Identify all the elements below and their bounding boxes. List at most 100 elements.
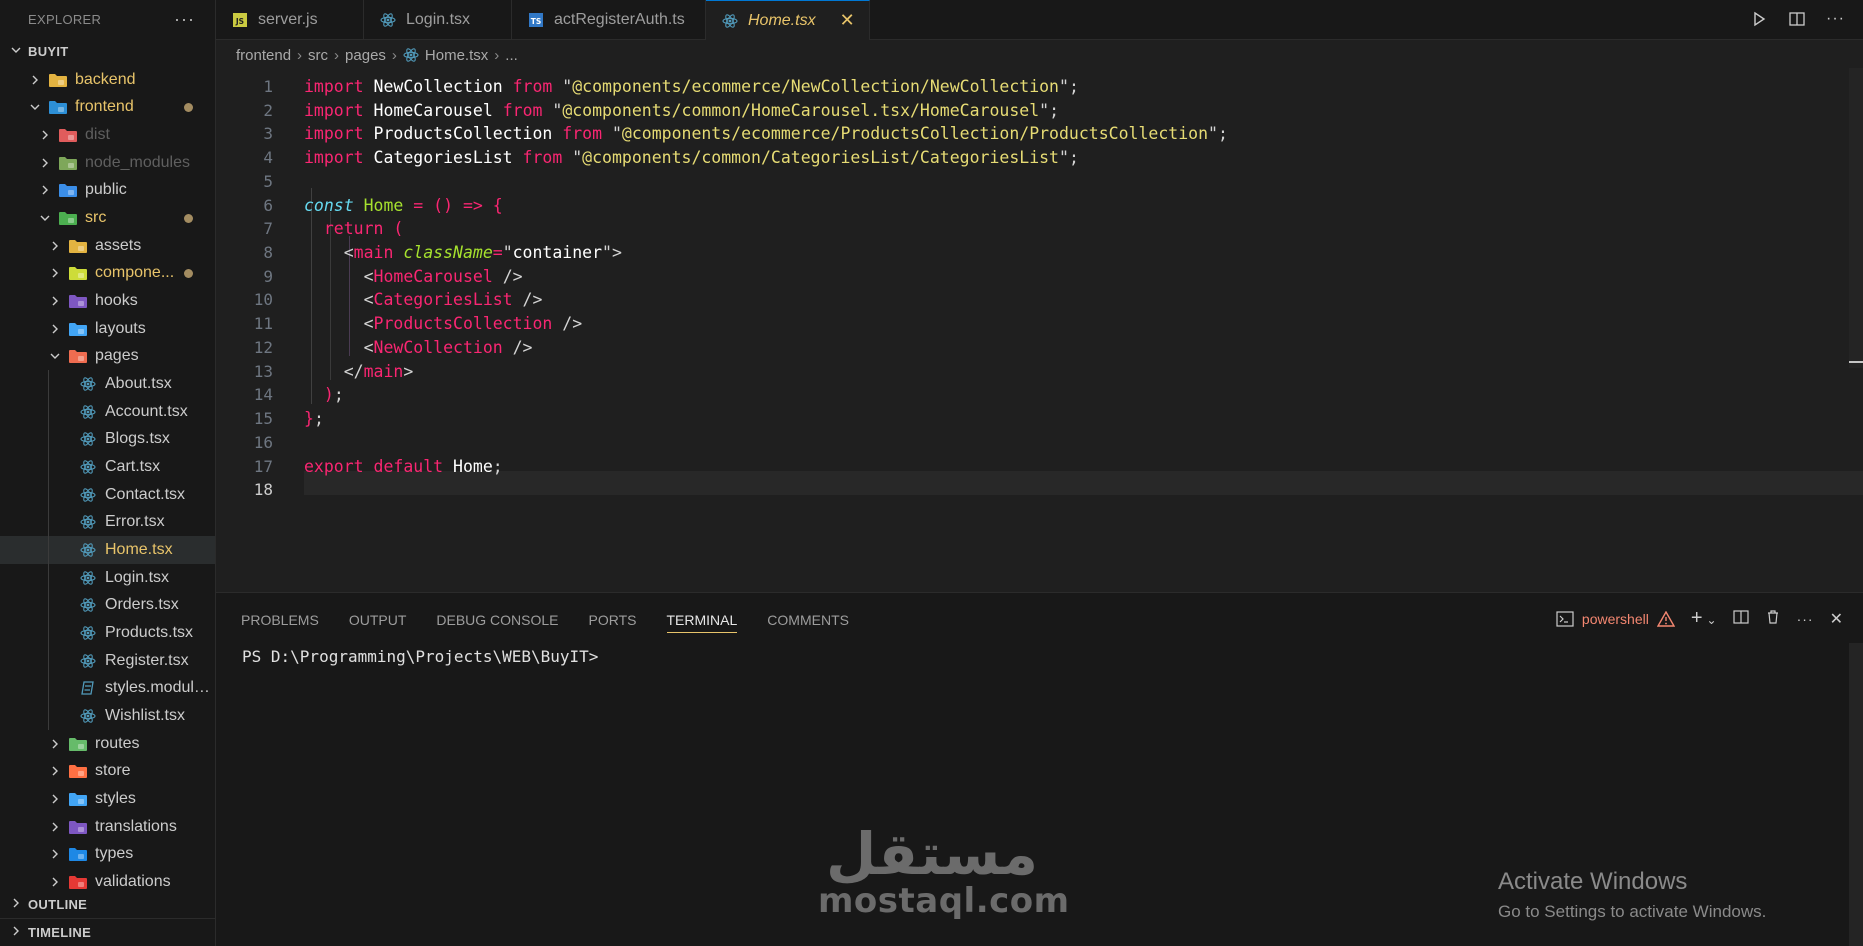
tree-file-blogs-tsx[interactable]: Blogs.tsx [0, 426, 215, 454]
breadcrumb-item[interactable]: pages [345, 47, 386, 64]
more-actions-icon[interactable]: ··· [1826, 10, 1845, 33]
editor-scrollbar[interactable] [1849, 68, 1863, 368]
close-tab-icon[interactable]: ✕ [840, 10, 855, 31]
tree-file-home-tsx[interactable]: Home.tsx [0, 536, 215, 564]
tree-file-register-tsx[interactable]: Register.tsx [0, 647, 215, 675]
code-line[interactable]: ); [304, 383, 344, 407]
tree-item-label: assets [95, 236, 142, 254]
tree-folder-dist[interactable]: dist [0, 121, 215, 149]
panel-tab-terminal[interactable]: TERMINAL [666, 607, 738, 633]
tree-file-contact-tsx[interactable]: Contact.tsx [0, 481, 215, 509]
chevron-right-icon [38, 128, 52, 142]
breadcrumb-item[interactable]: Home.tsx [425, 47, 488, 64]
tab-actregisterauth-ts[interactable]: TS actRegisterAuth.ts [512, 0, 706, 40]
tree-folder-routes[interactable]: routes [0, 730, 215, 758]
workspace-header[interactable]: BUYIT [0, 38, 215, 65]
code-token: ; [313, 409, 324, 429]
chevron-right-icon [0, 925, 28, 940]
panel-tab-output[interactable]: OUTPUT [349, 607, 407, 633]
split-terminal-icon[interactable] [1732, 609, 1749, 628]
tree-folder-translations[interactable]: translations [0, 813, 215, 841]
line-number: 9 [263, 266, 273, 286]
code-line[interactable]: <CategoriesList /> [304, 288, 543, 312]
new-terminal-icon[interactable]: + ⌄ [1691, 607, 1717, 630]
chevron-down-icon [0, 44, 28, 59]
tree-file-account-tsx[interactable]: Account.tsx [0, 398, 215, 426]
tree-file-cart-tsx[interactable]: Cart.tsx [0, 453, 215, 481]
tab-home-tsx[interactable]: Home.tsx ✕ [706, 0, 870, 41]
code-line[interactable]: import HomeCarousel from "@components/co… [304, 99, 1059, 123]
code-token: @components/common/CategoriesList/Catego… [582, 148, 1059, 168]
tree-folder-node-modules[interactable]: node_modules [0, 149, 215, 177]
tree-folder-backend[interactable]: backend [0, 66, 215, 94]
code-line[interactable]: const Home = () => { [304, 194, 503, 218]
more-icon[interactable]: ··· [1797, 611, 1814, 627]
terminal-prompt[interactable]: PS D:\Programming\Projects\WEB\BuyIT> [242, 647, 598, 666]
panel-tab-problems[interactable]: PROBLEMS [241, 607, 319, 633]
code-line[interactable]: return ( [304, 217, 403, 241]
breadcrumb-item[interactable]: frontend [236, 47, 291, 64]
tab-server-js[interactable]: JS server.js [216, 0, 364, 40]
code-token: " [572, 148, 583, 168]
code-line[interactable]: </main> [304, 360, 414, 384]
code-token: from [492, 100, 553, 120]
scroll-position-marker [1849, 361, 1863, 363]
code-editor[interactable]: import NewCollection from "@components/e… [216, 68, 1863, 592]
js-file-icon: JS [232, 12, 248, 28]
tree-folder-store[interactable]: store [0, 758, 215, 786]
tree-folder-layouts[interactable]: layouts [0, 315, 215, 343]
chevron-right-icon [48, 764, 62, 778]
tree-file-login-tsx[interactable]: Login.tsx [0, 564, 215, 592]
code-line[interactable]: import CategoriesList from "@components/… [304, 146, 1079, 170]
code-token: ProductsCollection [373, 124, 553, 144]
timeline-section[interactable]: TIMELINE [0, 918, 215, 945]
code-line[interactable]: import NewCollection from "@components/e… [304, 75, 1079, 99]
code-token: main [353, 243, 404, 263]
code-line[interactable]: <HomeCarousel /> [304, 265, 523, 289]
tree-file-error-tsx[interactable]: Error.tsx [0, 509, 215, 537]
breadcrumb-item[interactable]: src [308, 47, 328, 64]
split-editor-icon[interactable] [1788, 10, 1806, 33]
panel-tab-debug-console[interactable]: DEBUG CONSOLE [436, 607, 558, 633]
outline-section[interactable]: OUTLINE [0, 891, 215, 918]
tree-folder-compone-[interactable]: compone... [0, 260, 215, 288]
code-line[interactable]: export default Home; [304, 455, 503, 479]
tree-folder-pages[interactable]: pages [0, 343, 215, 371]
trash-icon[interactable] [1765, 609, 1781, 628]
tab-login-tsx[interactable]: Login.tsx [364, 0, 512, 40]
tree-folder-src[interactable]: src [0, 204, 215, 232]
tree-folder-styles[interactable]: styles [0, 785, 215, 813]
panel-tab-ports[interactable]: PORTS [589, 607, 637, 633]
tree-folder-hooks[interactable]: hooks [0, 287, 215, 315]
close-panel-icon[interactable]: ✕ [1830, 609, 1843, 629]
react-icon [78, 542, 98, 558]
tree-folder-types[interactable]: types [0, 841, 215, 869]
code-token: < [304, 337, 374, 357]
code-token: " [1059, 148, 1069, 168]
tree-item-label: src [85, 209, 107, 227]
tree-file-orders-tsx[interactable]: Orders.tsx [0, 592, 215, 620]
tree-file-products-tsx[interactable]: Products.tsx [0, 619, 215, 647]
folder-backend-icon [48, 72, 68, 88]
code-token: ; [1068, 148, 1079, 168]
breadcrumb-item[interactable]: ... [505, 47, 518, 64]
chevron-right-icon [38, 183, 52, 197]
tree-folder-assets[interactable]: assets [0, 232, 215, 260]
tree-file-wishlist-tsx[interactable]: Wishlist.tsx [0, 702, 215, 730]
code-line[interactable]: import ProductsCollection from "@compone… [304, 122, 1228, 146]
tree-file-about-tsx[interactable]: About.tsx [0, 370, 215, 398]
code-line[interactable]: <NewCollection /> [304, 336, 533, 360]
panel-tab-comments[interactable]: COMMENTS [767, 607, 849, 633]
tree-folder-public[interactable]: public [0, 177, 215, 205]
react-icon [380, 12, 396, 28]
activation-subtitle: Go to Settings to activate Windows. [1498, 902, 1767, 921]
run-icon[interactable] [1750, 10, 1768, 33]
terminal-scrollbar[interactable] [1849, 643, 1863, 946]
explorer-more-icon[interactable]: ··· [174, 9, 195, 30]
terminal-shell-selector[interactable]: powershell [1556, 610, 1675, 627]
code-line[interactable]: <main className="container"> [304, 241, 622, 265]
tree-file-styles-module-[interactable]: styles.module.... [0, 675, 215, 703]
code-line[interactable]: <ProductsCollection /> [304, 312, 583, 336]
code-line[interactable]: }; [304, 407, 324, 431]
tree-folder-frontend[interactable]: frontend [0, 94, 215, 122]
